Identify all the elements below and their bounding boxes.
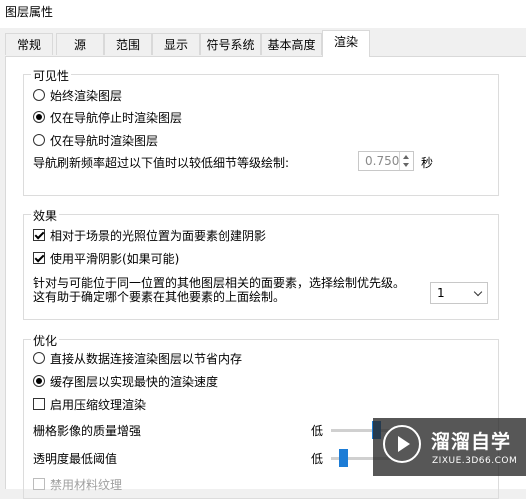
radio-cache-layer[interactable]: 缓存图层以实现最快的渲染速度 — [33, 372, 218, 390]
chevron-down-icon[interactable] — [473, 287, 483, 297]
radio-circle[interactable] — [33, 352, 45, 364]
checkbox-box[interactable] — [33, 252, 45, 264]
visibility-legend: 可见性 — [31, 67, 72, 84]
play-logo-icon — [383, 425, 421, 463]
radio-circle[interactable] — [33, 111, 45, 123]
radio-label: 缓存图层以实现最快的渲染速度 — [50, 374, 219, 389]
checkbox-compressed-textures[interactable]: 启用压缩纹理渲染 — [33, 395, 146, 413]
checkbox-label: 禁用材料纹理 — [50, 477, 123, 492]
checkbox-smooth-shadows[interactable]: 使用平滑阴影(如果可能) — [33, 249, 179, 267]
radio-label: 仅在导航时渲染图层 — [50, 133, 159, 148]
transparency-threshold-low-label: 低 — [311, 452, 324, 466]
refresh-rate-label: 导航刷新频率超过以下值时以较低细节等级绘制: — [33, 155, 290, 170]
radio-label: 仅在导航停止时渲染图层 — [50, 110, 183, 125]
radio-render-direct[interactable]: 直接从数据连接渲染图层以节省内存 — [33, 349, 242, 367]
radio-render-while-navigating[interactable]: 仅在导航时渲染图层 — [33, 131, 158, 149]
radio-render-when-stopped[interactable]: 仅在导航停止时渲染图层 — [33, 108, 182, 126]
refresh-rate-unit: 秒 — [421, 156, 434, 170]
spinner-up-icon[interactable] — [403, 155, 409, 159]
effects-legend: 效果 — [31, 207, 60, 224]
refresh-rate-spinner[interactable]: 0.750 — [358, 151, 414, 171]
tab-source[interactable]: 源 — [56, 33, 104, 55]
raster-quality-low-label: 低 — [311, 424, 324, 438]
tab-base-heights[interactable]: 基本高度 — [261, 33, 322, 55]
radio-label: 始终渲染图层 — [50, 88, 123, 103]
title-bar: 图层属性 — [0, 0, 526, 28]
optimize-legend: 优化 — [31, 332, 60, 349]
transparency-slider-thumb[interactable] — [339, 449, 348, 467]
priority-description-line2: 这有助于确定哪个要素在其他要素的上面绘制。 — [33, 290, 286, 304]
tab-general[interactable]: 常规 — [5, 33, 53, 55]
radio-always-render[interactable]: 始终渲染图层 — [33, 86, 122, 104]
refresh-rate-label-row: 导航刷新频率超过以下值时以较低细节等级绘制: — [33, 153, 289, 171]
checkbox-box[interactable] — [33, 478, 45, 490]
raster-quality-label: 栅格影像的质量增强 — [33, 424, 142, 438]
checkbox-label: 启用压缩纹理渲染 — [50, 397, 147, 412]
watermark-overlay: 溜溜自学 ZIXUE.3D66.COM — [373, 418, 526, 476]
watermark-subtitle: ZIXUE.3D66.COM — [432, 456, 518, 466]
priority-value: 1 — [437, 286, 445, 300]
checkbox-box[interactable] — [33, 229, 45, 241]
window-title: 图层属性 — [5, 5, 54, 19]
refresh-rate-value: 0.750 — [365, 154, 400, 168]
watermark-title: 溜溜自学 — [431, 431, 512, 453]
checkbox-label: 使用平滑阴影(如果可能) — [50, 251, 180, 266]
tab-display[interactable]: 显示 — [152, 33, 200, 55]
radio-label: 直接从数据连接渲染图层以节省内存 — [50, 351, 243, 366]
checkbox-label: 相对于场景的光照位置为面要素创建阴影 — [50, 228, 267, 243]
spinner-buttons[interactable] — [399, 152, 413, 170]
spinner-down-icon[interactable] — [403, 163, 409, 167]
tab-strip: 常规 源 范围 显示 符号系统 基本高度 渲染 — [0, 30, 526, 57]
tab-symbology[interactable]: 符号系统 — [200, 33, 261, 55]
radio-circle[interactable] — [33, 134, 45, 146]
tab-extent[interactable]: 范围 — [104, 33, 152, 55]
checkbox-disable-material-textures[interactable]: 禁用材料纹理 — [33, 475, 122, 493]
radio-circle[interactable] — [33, 89, 45, 101]
tab-rendering[interactable]: 渲染 — [322, 30, 370, 57]
checkbox-box[interactable] — [33, 398, 45, 410]
radio-circle[interactable] — [33, 375, 45, 387]
priority-dropdown[interactable]: 1 — [430, 282, 488, 304]
checkbox-create-shadows[interactable]: 相对于场景的光照位置为面要素创建阴影 — [33, 226, 266, 244]
transparency-threshold-label: 透明度最低阈值 — [33, 452, 118, 466]
